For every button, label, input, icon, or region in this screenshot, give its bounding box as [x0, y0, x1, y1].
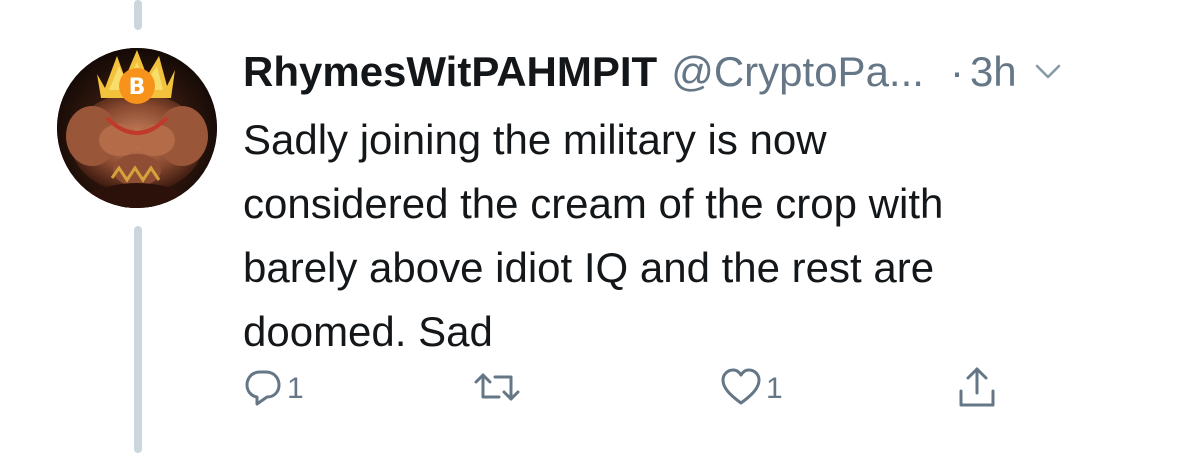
user-handle[interactable]: @CryptoPa... [671, 48, 924, 96]
separator-dot: · [949, 48, 964, 95]
avatar[interactable]: B [57, 48, 217, 208]
timestamp[interactable]: 3h [970, 48, 1017, 96]
heart-icon [720, 367, 762, 412]
reply-count: 1 [287, 372, 304, 405]
like-button[interactable]: 1 [720, 364, 783, 414]
retweet-icon [473, 367, 521, 412]
tweet-text: Sadly joining the military is now consid… [243, 116, 944, 355]
display-name[interactable]: RhymesWitPAHMPIT [243, 48, 657, 96]
retweet-button[interactable] [473, 364, 521, 414]
reply-button[interactable]: 1 [243, 364, 304, 414]
share-icon [957, 365, 997, 414]
like-count: 1 [766, 372, 783, 405]
tweet-header: RhymesWitPAHMPIT @CryptoPa... · 3h [243, 40, 1173, 104]
chevron-down-icon[interactable] [1035, 59, 1061, 85]
avatar-image: B [57, 48, 217, 208]
tweet-actions: 1 1 [243, 364, 1023, 414]
thread-line-bottom [134, 226, 142, 453]
svg-text:B: B [129, 75, 146, 100]
thread-line-top [134, 0, 142, 30]
share-button[interactable] [957, 364, 997, 414]
reply-icon [243, 367, 283, 412]
tweet[interactable]: RhymesWitPAHMPIT @CryptoPa... · 3h Sadly… [243, 40, 1173, 364]
